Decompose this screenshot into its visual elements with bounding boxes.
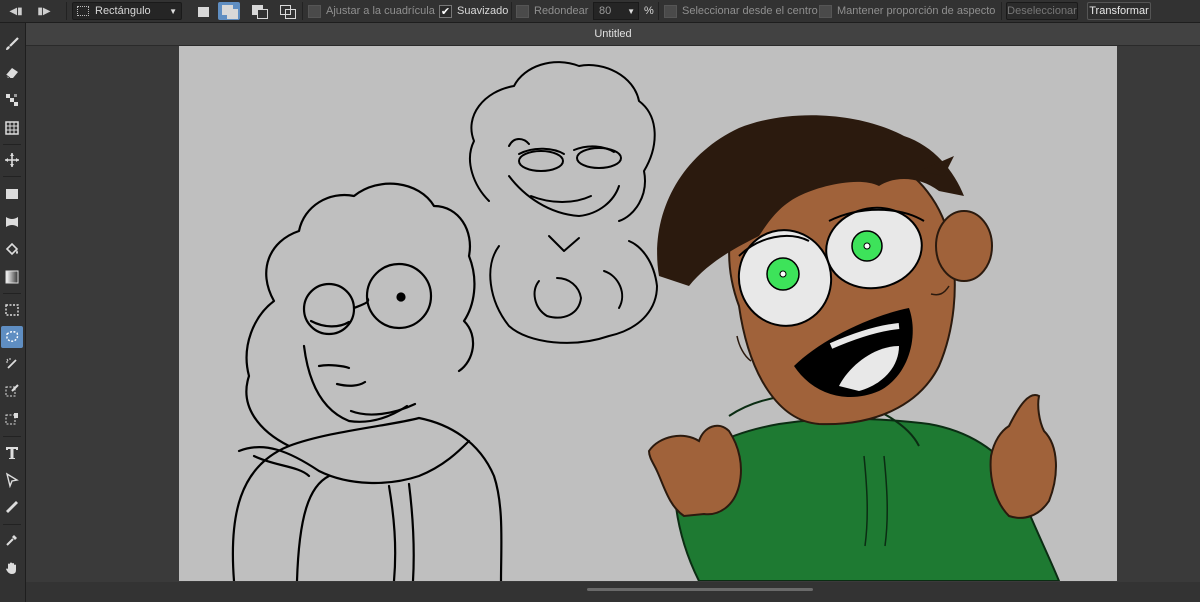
divider: [3, 176, 21, 177]
fill-bucket-icon[interactable]: [1, 238, 23, 260]
antialias-checkbox[interactable]: ✔: [439, 4, 452, 18]
collapse-left-icon[interactable]: ◀▮: [8, 2, 24, 20]
round-label: Redondear: [534, 5, 589, 17]
from-center-checkbox[interactable]: [664, 4, 677, 18]
divider: [3, 144, 21, 145]
selection-shape-value: Rectángulo: [95, 5, 151, 17]
snap-grid-option[interactable]: Ajustar a la cuadrícula: [308, 2, 435, 20]
deselect-button[interactable]: Deseleccionar: [1006, 2, 1078, 20]
warp-icon[interactable]: [1, 211, 23, 233]
document-tab[interactable]: Untitled: [26, 23, 1200, 46]
horizontal-scrollbar[interactable]: [26, 582, 1200, 602]
chevron-down-icon: ▼: [169, 6, 177, 16]
divider: [3, 436, 21, 437]
pixel-pattern-icon[interactable]: [1, 89, 23, 111]
grid-icon[interactable]: [1, 117, 23, 139]
divider: [511, 2, 512, 20]
drawing-canvas[interactable]: [179, 46, 1117, 581]
round-option[interactable]: Redondear: [516, 2, 588, 20]
document-title: Untitled: [594, 28, 632, 40]
expand-right-icon[interactable]: ▮▶: [36, 2, 52, 20]
add-selection-button[interactable]: [218, 2, 240, 20]
divider: [66, 2, 67, 20]
round-checkbox[interactable]: [516, 4, 529, 18]
scrollbar-thumb[interactable]: [587, 588, 813, 591]
keep-ratio-label: Mantener proporción de aspecto: [837, 5, 996, 17]
from-center-label: Seleccionar desde el centro: [682, 5, 818, 17]
gradient-icon[interactable]: [1, 266, 23, 288]
antialias-label: Suavizado: [457, 5, 509, 17]
divider: [3, 524, 21, 525]
hand-icon[interactable]: [1, 557, 23, 579]
selection-pen-icon[interactable]: [1, 380, 23, 402]
transform-button[interactable]: Transformar: [1087, 2, 1151, 20]
round-value: 80: [599, 5, 612, 17]
marquee-select-icon[interactable]: [1, 299, 23, 321]
divider: [302, 2, 303, 20]
eraser-icon[interactable]: [1, 61, 23, 83]
keep-ratio-checkbox[interactable]: [819, 4, 832, 18]
selection-eraser-icon[interactable]: [1, 408, 23, 430]
tool-options-bar: ◀▮ ▮▶ Rectángulo ▼ Ajustar a la cuadrícu…: [0, 0, 1200, 23]
keep-ratio-option[interactable]: Mantener proporción de aspecto: [819, 2, 995, 20]
eyedropper-icon[interactable]: [1, 529, 23, 551]
sketch-hoodie-character: [231, 182, 503, 581]
divider: [1001, 2, 1002, 20]
text-icon[interactable]: [1, 442, 23, 464]
snap-grid-label: Ajustar a la cuadrícula: [326, 5, 435, 17]
brush-icon[interactable]: [1, 33, 23, 55]
subtract-selection-button[interactable]: [248, 2, 270, 20]
from-center-option[interactable]: Seleccionar desde el centro: [664, 2, 818, 20]
antialias-option[interactable]: ✔ Suavizado: [439, 2, 508, 20]
rectangle-shape-icon: [77, 6, 89, 16]
ruler-icon[interactable]: [1, 496, 23, 518]
new-selection-button[interactable]: [192, 2, 214, 20]
selection-shape-dropdown[interactable]: Rectángulo ▼: [72, 2, 182, 20]
pointer-icon[interactable]: [1, 469, 23, 491]
snap-grid-checkbox[interactable]: [308, 4, 321, 18]
round-unit: %: [644, 5, 654, 17]
divider: [3, 293, 21, 294]
rectangle-icon[interactable]: [1, 183, 23, 205]
chevron-down-icon: ▼: [627, 6, 635, 16]
tools-panel: [0, 23, 26, 602]
round-value-input[interactable]: 80 ▼: [593, 2, 639, 20]
magic-wand-icon[interactable]: [1, 353, 23, 375]
colored-character: [647, 115, 1061, 581]
lasso-select-icon[interactable]: [1, 326, 23, 348]
divider: [658, 2, 659, 20]
intersect-selection-button[interactable]: [276, 2, 298, 20]
move-icon[interactable]: [1, 149, 23, 171]
canvas-artwork: [231, 61, 1061, 581]
sketch-small-character: [469, 61, 658, 344]
